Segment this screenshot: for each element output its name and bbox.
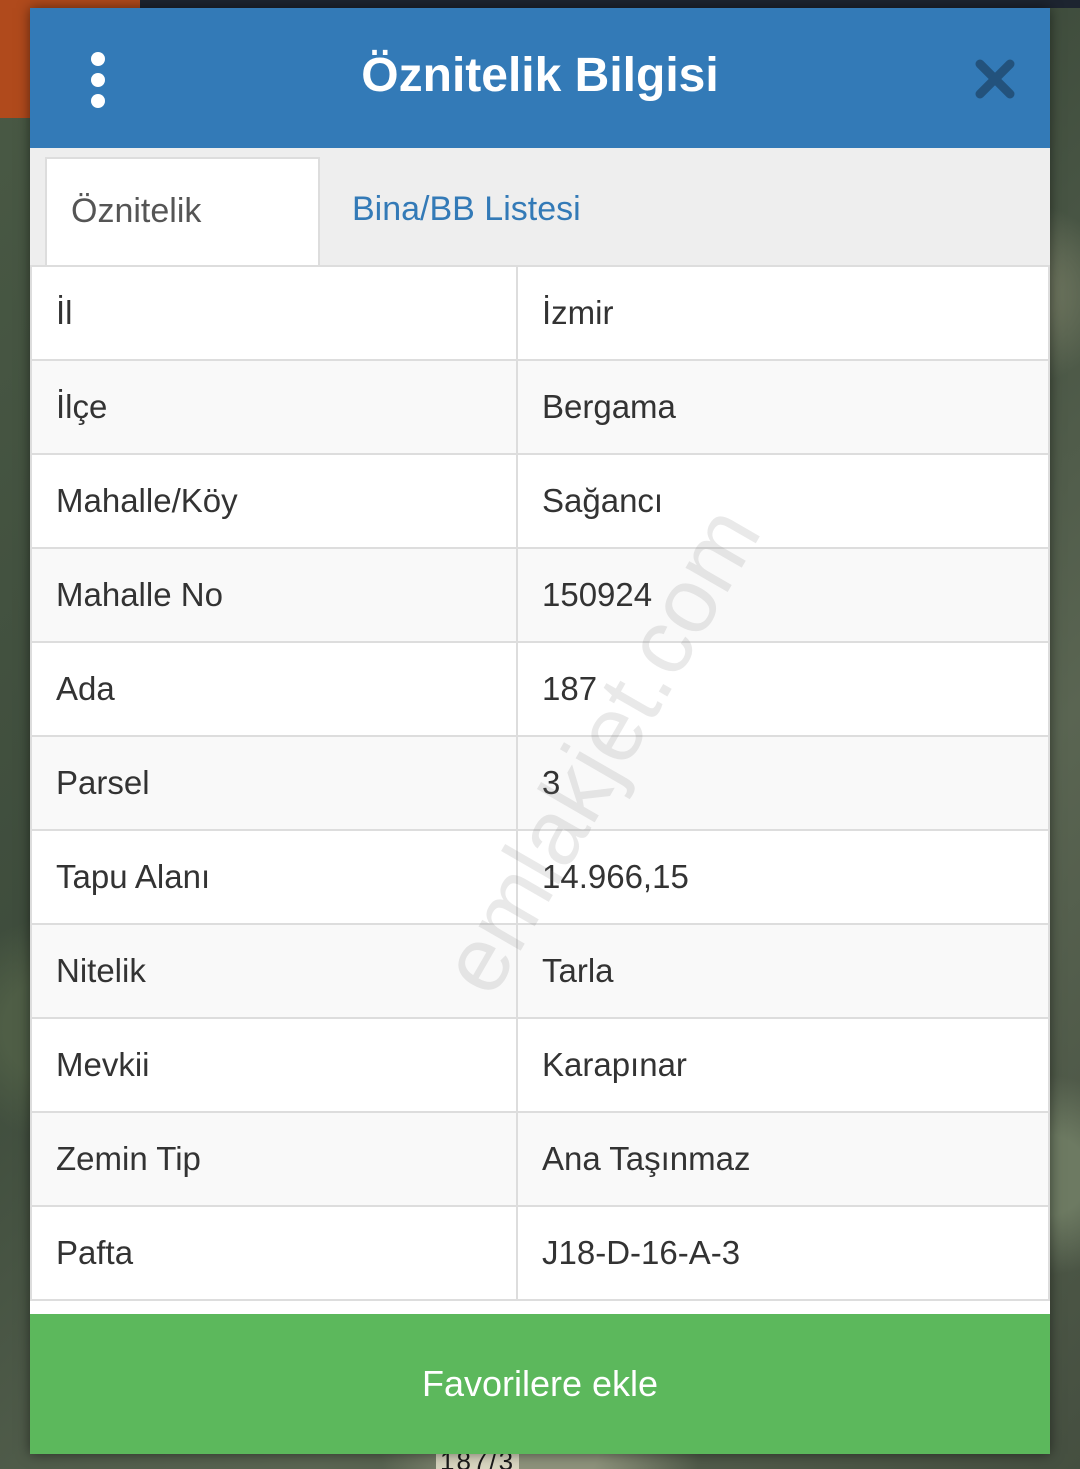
- tab-attribute-info[interactable]: Öznitelik Bilgisi: [45, 157, 320, 334]
- table-row: Parsel 3: [30, 735, 1050, 831]
- row-key: İl: [30, 265, 518, 361]
- row-value: 187: [516, 641, 1050, 737]
- row-key: Mevkii: [30, 1017, 518, 1113]
- table-row: İlçe Bergama: [30, 359, 1050, 455]
- row-key: İlçe: [30, 359, 518, 455]
- table-row: Ada 187: [30, 641, 1050, 737]
- row-value: Tarla: [516, 923, 1050, 1019]
- row-key: Tapu Alanı: [30, 829, 518, 925]
- row-key: Mahalle No: [30, 547, 518, 643]
- row-key: Zemin Tip: [30, 1111, 518, 1207]
- row-key: Pafta: [30, 1205, 518, 1301]
- row-value: İzmir: [516, 265, 1050, 361]
- close-icon[interactable]: [974, 58, 1016, 100]
- row-value: Karapınar: [516, 1017, 1050, 1113]
- dialog-title: Öznitelik Bilgisi: [361, 49, 719, 102]
- row-value: 150924: [516, 547, 1050, 643]
- row-value: Ana Taşınmaz: [516, 1111, 1050, 1207]
- tab-bar: Öznitelik Bilgisi Bina/BB Listesi: [30, 148, 1050, 334]
- row-key: Mahalle/Köy: [30, 453, 518, 549]
- row-value: J18-D-16-A-3: [516, 1205, 1050, 1301]
- row-value: Bergama: [516, 359, 1050, 455]
- row-key: Parsel: [30, 735, 518, 831]
- row-key: Nitelik: [30, 923, 518, 1019]
- row-value: Sağancı: [516, 453, 1050, 549]
- table-row: İl İzmir: [30, 265, 1050, 361]
- dialog-header: Öznitelik Bilgisi: [30, 8, 1050, 148]
- add-to-favorites-button[interactable]: Favorilere ekle: [30, 1314, 1050, 1454]
- row-value: 14.966,15: [516, 829, 1050, 925]
- table-row: Mevkii Karapınar: [30, 1017, 1050, 1113]
- row-key: Ada: [30, 641, 518, 737]
- table-row: Mahalle No 150924: [30, 547, 1050, 643]
- table-row: Nitelik Tarla: [30, 923, 1050, 1019]
- table-row: Pafta J18-D-16-A-3: [30, 1205, 1050, 1301]
- attribute-table: İl İzmir İlçe Bergama Mahalle/Köy Sağanc…: [30, 265, 1050, 1301]
- map-top-bar: [0, 0, 1080, 8]
- attribute-dialog: Öznitelik Bilgisi Öznitelik Bilgisi Bina…: [30, 8, 1050, 1454]
- table-row: Zemin Tip Ana Taşınmaz: [30, 1111, 1050, 1207]
- table-row: Mahalle/Köy Sağancı: [30, 453, 1050, 549]
- table-row: Tapu Alanı 14.966,15: [30, 829, 1050, 925]
- tab-building-list[interactable]: Bina/BB Listesi: [328, 157, 605, 265]
- row-value: 3: [516, 735, 1050, 831]
